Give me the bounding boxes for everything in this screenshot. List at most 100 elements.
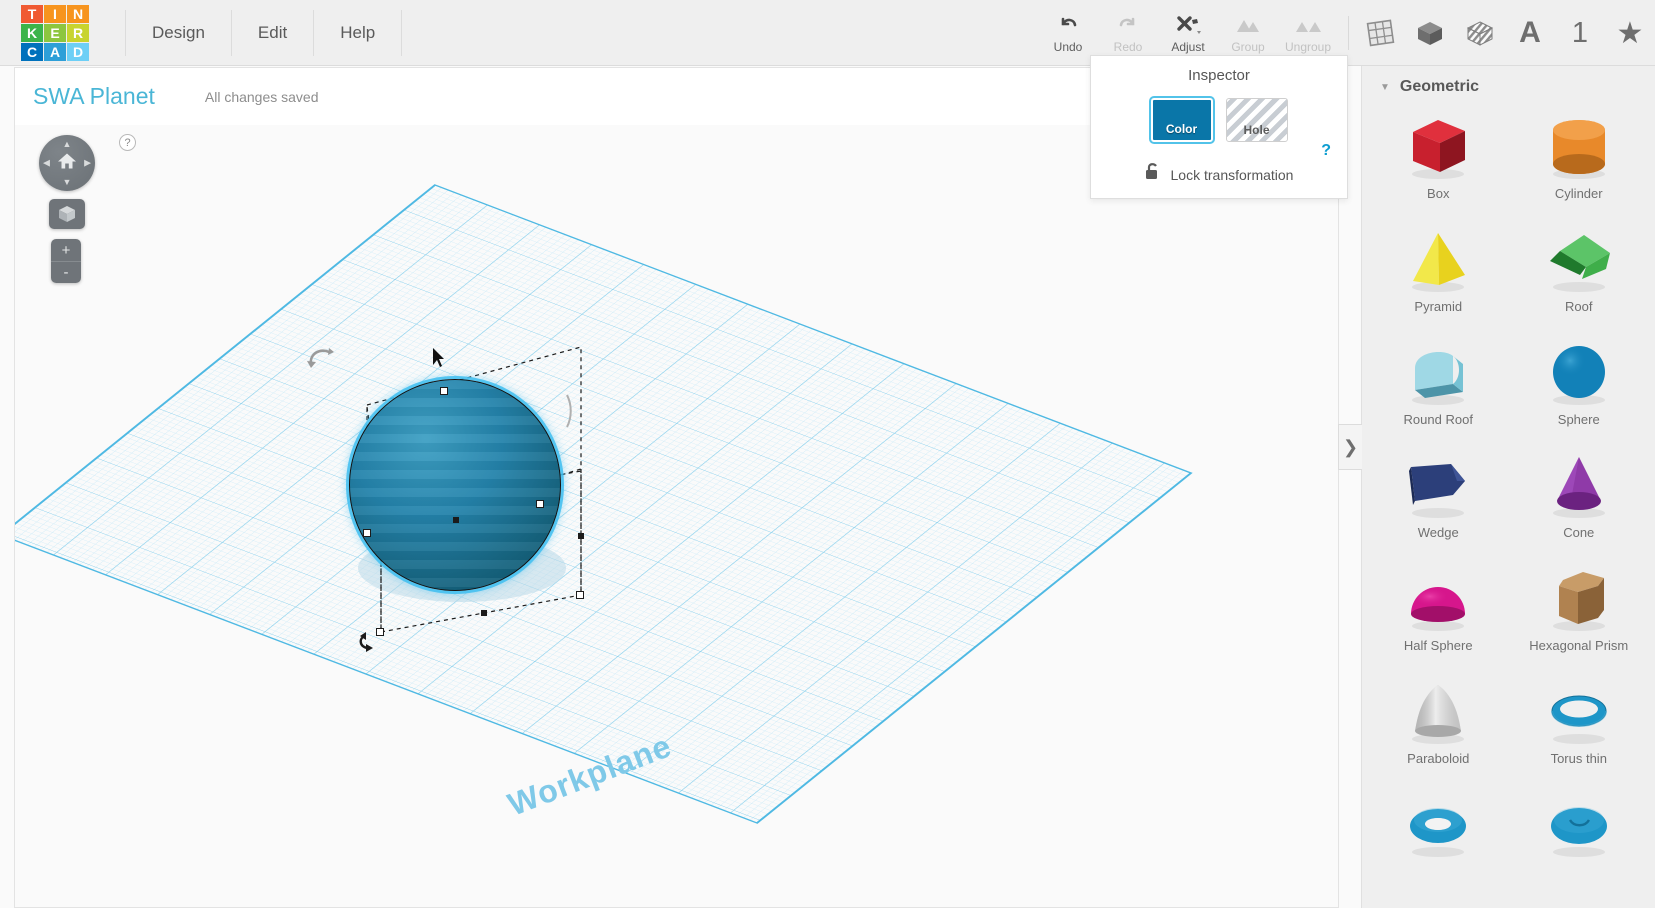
top-toolbar: TINKERCAD Design Edit Help Undo Redo Adj… [0, 0, 1655, 66]
shape-item-hexagonal-prism[interactable]: Hexagonal Prism [1509, 556, 1650, 669]
hole-cube-icon[interactable] [1459, 11, 1501, 55]
shapes-grid: Box Cylinder Pyramid Roof Round Roof Sph… [1362, 104, 1655, 895]
shape-item-pyramid[interactable]: Pyramid [1368, 217, 1509, 330]
shape-thumbnail-sphere [1509, 336, 1650, 410]
center-point-handle[interactable] [453, 517, 459, 523]
shape-label: Cylinder [1554, 186, 1603, 201]
logo-tile-r: R [67, 23, 89, 42]
shape-label: Box [1427, 186, 1450, 201]
color-mode-button[interactable]: Color [1150, 98, 1213, 142]
triangle-down-icon[interactable]: ▼ [1380, 82, 1390, 93]
scale-handle-left[interactable] [363, 529, 371, 537]
orbit-left-arrow-icon[interactable]: ◀ [43, 158, 50, 169]
orbit-up-arrow-icon[interactable]: ▲ [63, 139, 72, 149]
3d-viewport[interactable]: Workplane ▲ ▼ ◀ ▶ + - ? [14, 125, 1339, 908]
home-view-icon[interactable] [57, 152, 77, 175]
redo-icon [1117, 13, 1139, 37]
shape-item-roof[interactable]: Roof [1509, 217, 1650, 330]
nav-help-icon[interactable]: ? [119, 134, 136, 151]
fit-to-view-button[interactable] [49, 199, 85, 229]
group-label: Group [1231, 39, 1265, 54]
inspector-title: Inspector [1188, 67, 1250, 84]
chevron-right-icon: ❯ [1342, 436, 1359, 457]
shape-label: Paraboloid [1407, 751, 1470, 766]
solid-cube-icon[interactable] [1409, 11, 1451, 55]
scale-handle-corner-bottom-right[interactable] [576, 591, 584, 599]
selection-box [366, 346, 582, 633]
shape-item-paraboloid[interactable]: Paraboloid [1368, 669, 1509, 782]
shape-item-round-roof[interactable]: Round Roof [1368, 330, 1509, 443]
rotate-handle-right[interactable] [559, 393, 577, 436]
shape-thumbnail-half-sphere [1368, 562, 1509, 636]
main-menu: Design Edit Help [125, 0, 403, 66]
workplane-icon[interactable] [1359, 11, 1401, 55]
secondary-tools: A 1 ★ [1359, 11, 1655, 55]
ungroup-label: Ungroup [1284, 39, 1332, 54]
shape-item-box[interactable]: Box [1368, 104, 1509, 217]
shape-label: Roof [1565, 299, 1593, 314]
text-tool-icon[interactable]: A [1509, 11, 1551, 55]
star-glyph: ★ [1616, 16, 1644, 50]
text-tool-glyph: A [1519, 16, 1541, 49]
shape-item-cylinder[interactable]: Cylinder [1509, 104, 1650, 217]
hole-mode-button[interactable]: Hole [1225, 98, 1288, 142]
shape-label: Torus thin [1550, 751, 1607, 766]
logo-tile-c: C [21, 42, 43, 61]
logo-tile-k: K [21, 23, 43, 42]
menu-item-design[interactable]: Design [125, 9, 232, 56]
shape-item-wedge[interactable]: Wedge [1368, 443, 1509, 556]
menu-item-help[interactable]: Help [314, 9, 403, 56]
sphere-object[interactable] [349, 379, 561, 591]
rotate-handle-top-left[interactable] [305, 343, 335, 380]
orbit-right-arrow-icon[interactable]: ▶ [84, 158, 91, 169]
shape-thumbnail-torus [1368, 788, 1509, 862]
shape-label: Round Roof [1403, 412, 1473, 427]
logo-tile-t: T [21, 4, 43, 23]
shape-thumbnail-paraboloid [1368, 675, 1509, 749]
edge-handle-bottom[interactable] [481, 610, 487, 616]
panel-collapse-button[interactable]: ❯ [1338, 424, 1362, 470]
toolbar-divider [1348, 16, 1349, 50]
zoom-in-button[interactable]: + [51, 239, 81, 261]
shape-label: Pyramid [1414, 299, 1463, 314]
shape-item-torus[interactable] [1368, 782, 1509, 895]
zoom-out-button[interactable]: - [51, 261, 81, 283]
project-title[interactable]: SWA Planet [33, 83, 155, 110]
shape-item-sphere[interactable]: Sphere [1509, 330, 1650, 443]
edge-handle-right[interactable] [578, 533, 584, 539]
redo-label: Redo [1113, 39, 1143, 54]
save-status: All changes saved [204, 88, 319, 105]
number-tool-icon[interactable]: 1 [1559, 11, 1601, 55]
favorite-star-icon[interactable]: ★ [1609, 11, 1651, 55]
undo-button[interactable]: Undo [1038, 0, 1098, 66]
lock-transformation-row[interactable]: Lock transformation [1091, 162, 1347, 187]
tinkercad-app: TINKERCAD Design Edit Help Undo Redo Adj… [0, 0, 1655, 908]
scale-handle-top[interactable] [440, 387, 448, 395]
inspector-help-icon[interactable]: ? [1321, 142, 1331, 160]
orbit-down-arrow-icon[interactable]: ▼ [63, 177, 72, 187]
unlocked-padlock-icon [1145, 162, 1161, 187]
shape-item-torus-thin[interactable]: Torus thin [1509, 669, 1650, 782]
menu-item-edit[interactable]: Edit [232, 9, 315, 56]
logo-tile-d: D [67, 42, 89, 61]
undo-icon [1057, 13, 1079, 37]
shape-item-torus2[interactable] [1509, 782, 1650, 895]
shape-thumbnail-wedge [1368, 449, 1509, 523]
view-orbit-control[interactable]: ▲ ▼ ◀ ▶ [39, 135, 95, 191]
tinkercad-logo[interactable]: TIN KER CAD [21, 4, 89, 61]
shape-item-half-sphere[interactable]: Half Sphere [1368, 556, 1509, 669]
hole-mode-label: Hole [1243, 123, 1270, 137]
shape-thumbnail-box [1368, 110, 1509, 184]
shapes-group-header[interactable]: ▼ Geometric [1362, 66, 1655, 104]
scale-handle-right[interactable] [536, 500, 544, 508]
shape-label: Half Sphere [1403, 638, 1473, 653]
color-mode-label: Color [1165, 122, 1198, 136]
shape-item-cone[interactable]: Cone [1509, 443, 1650, 556]
scale-handle-corner-bottom-left[interactable] [376, 628, 384, 636]
zoom-controls: + - [51, 239, 81, 283]
shape-thumbnail-pyramid [1368, 223, 1509, 297]
logo-tile-a: A [44, 42, 66, 61]
view-navigation-controls: ▲ ▼ ◀ ▶ + - ? [39, 134, 136, 283]
undo-label: Undo [1053, 39, 1083, 54]
shape-label: Sphere [1557, 412, 1600, 427]
